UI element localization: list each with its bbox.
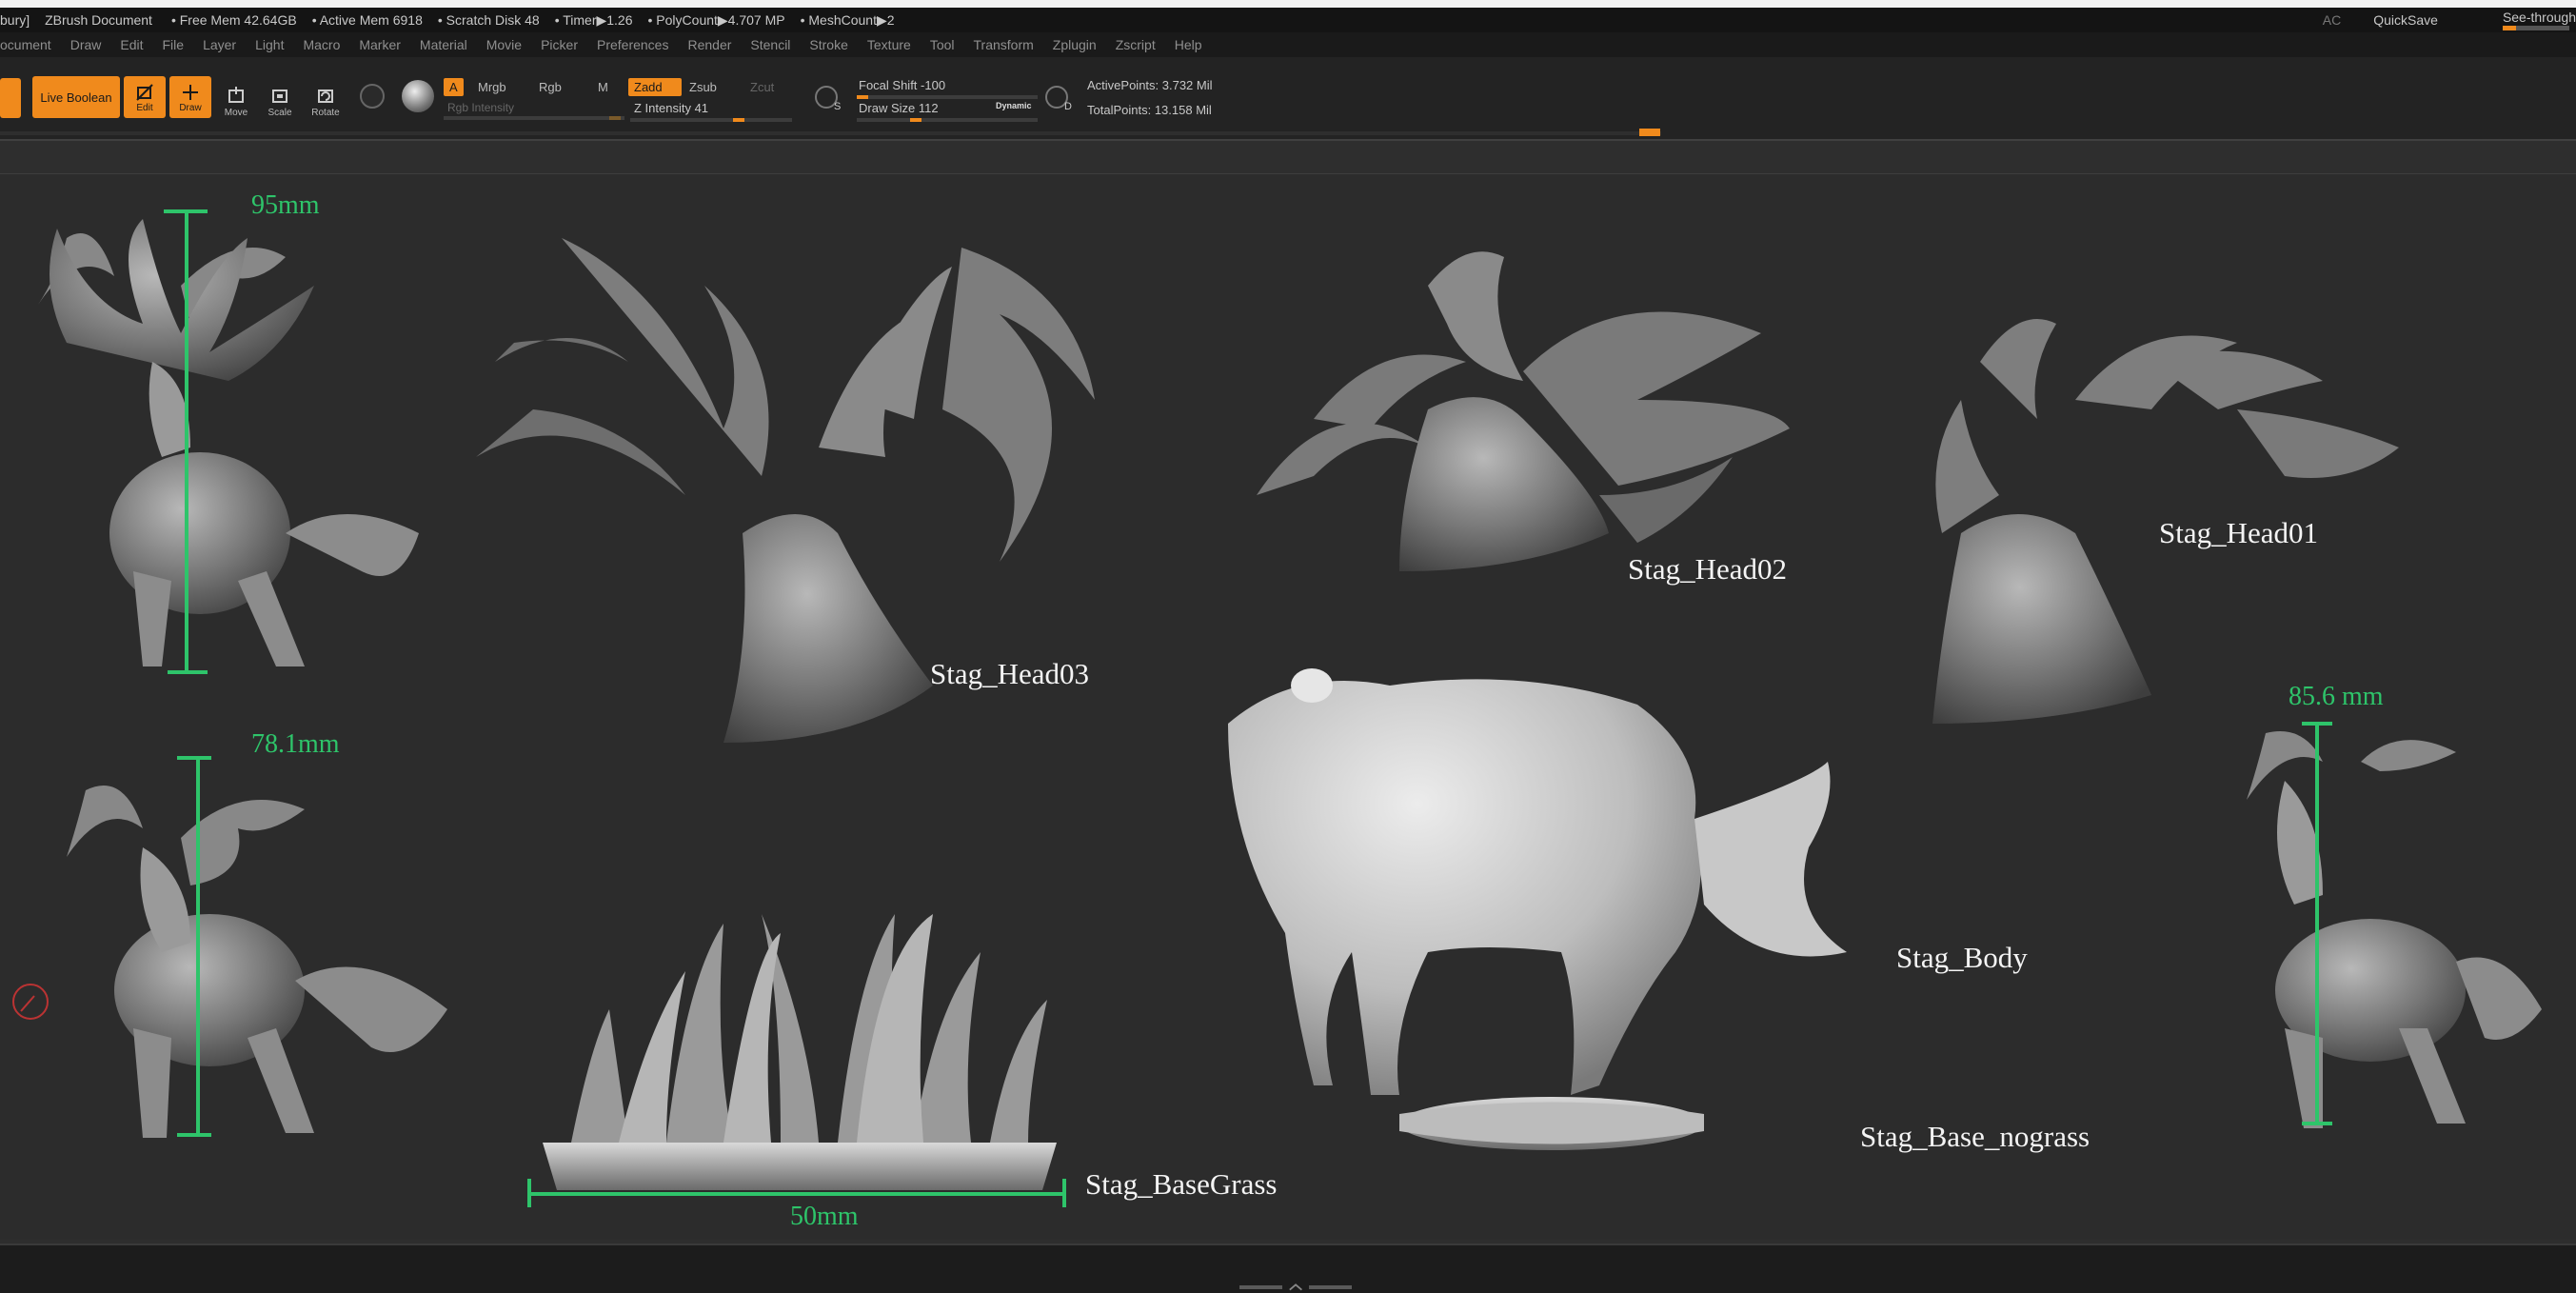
measurement-95: 95mm: [251, 190, 320, 220]
measurement-78: 78.1mm: [251, 729, 340, 759]
label-stag-base-nograss: Stag_Base_nograss: [1860, 1120, 2091, 1153]
handle-bar-right[interactable]: [1309, 1285, 1353, 1289]
label-stag-basegrass: Stag_BaseGrass: [1085, 1167, 1278, 1201]
label-stag-head01: Stag_Head01: [2159, 516, 2319, 549]
label-stag-head02: Stag_Head02: [1628, 552, 1788, 586]
label-stag-body: Stag_Body: [1896, 941, 2028, 974]
measurement-50: 50mm: [790, 1202, 859, 1231]
handle-bar-left[interactable]: [1239, 1285, 1282, 1289]
scene-models: [12, 209, 2542, 1207]
grass-base-model[interactable]: [543, 914, 1057, 1190]
stag-figure-95[interactable]: [38, 219, 419, 666]
measurement-85: 85.6 mm: [2289, 682, 2384, 711]
stag-figure-85[interactable]: [2247, 731, 2542, 1128]
stag-figure-78[interactable]: [67, 786, 447, 1138]
label-stag-head03: Stag_Head03: [930, 657, 1090, 690]
chevron-up-icon[interactable]: [1288, 1283, 1303, 1291]
stag-body-model[interactable]: [1228, 668, 1847, 1150]
stag-head02-model[interactable]: [1257, 251, 1790, 571]
bottom-tray-handle[interactable]: [1234, 1283, 1357, 1291]
